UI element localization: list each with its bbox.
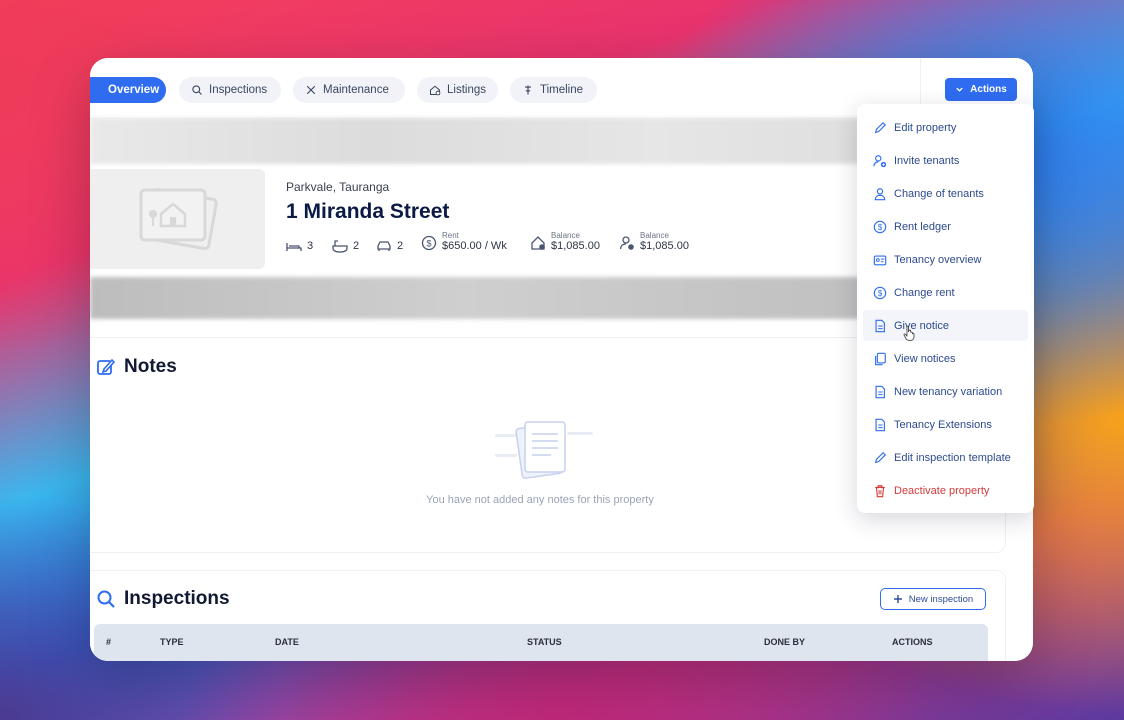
column-header-type: TYPE <box>160 637 184 647</box>
menu-item-new-tenancy-variation[interactable]: New tenancy variation <box>863 376 1028 407</box>
inspections-table-header: # TYPE DATE STATUS DONE BY ACTIONS <box>94 624 988 661</box>
copy-icon <box>875 352 886 365</box>
user-icon <box>874 187 886 200</box>
tab-label: Inspections <box>209 84 268 96</box>
dollar-icon: $ <box>873 286 887 299</box>
balance-stat-property: Balance $1,085.00 <box>530 232 600 253</box>
balance-label: Balance <box>551 231 580 240</box>
house-photo-icon <box>139 187 218 251</box>
search-icon <box>97 590 115 608</box>
column-header-number: # <box>106 637 112 647</box>
carparks-stat: 2 <box>376 238 403 254</box>
trash-icon <box>875 484 885 497</box>
balance-stat-tenant: Balance $1,085.00 <box>619 232 689 253</box>
menu-item-change-rent[interactable]: $ Change rent <box>863 277 1028 308</box>
plus-icon <box>893 595 902 603</box>
rent-stat: $ Rent $650.00 / Wk <box>421 232 507 253</box>
balance-value: $1,085.00 <box>551 240 600 252</box>
user-plus-icon <box>873 154 887 167</box>
menu-item-rent-ledger[interactable]: $ Rent ledger <box>863 211 1028 242</box>
pencil-icon <box>874 121 887 133</box>
menu-item-view-notices[interactable]: View notices <box>863 343 1028 374</box>
menu-item-edit-property[interactable]: Edit property <box>863 112 1028 143</box>
menu-item-change-of-tenants[interactable]: Change of tenants <box>863 178 1028 209</box>
edit-note-icon <box>97 358 116 375</box>
property-card: Parkvale, Tauranga 1 Miranda Street 3 2 … <box>90 167 850 277</box>
dollar-icon: $ <box>421 235 437 250</box>
bathrooms-stat: 2 <box>332 238 359 254</box>
car-icon <box>377 241 391 251</box>
actions-label: Actions <box>970 84 1007 95</box>
bed-icon <box>286 243 302 251</box>
svg-text:$: $ <box>878 289 883 298</box>
tab-label: Overview <box>108 84 160 96</box>
notes-empty-message: You have not added any notes for this pr… <box>426 494 654 506</box>
new-inspection-label: New inspection <box>908 593 974 605</box>
tab-label: Maintenance <box>323 84 389 96</box>
notes-empty-illustration <box>495 421 593 479</box>
notes-title: Notes <box>124 356 177 377</box>
tab-timeline[interactable]: Timeline <box>510 77 597 103</box>
balance-value: $1,085.00 <box>640 240 689 252</box>
document-icon <box>875 385 885 398</box>
menu-item-tenancy-extensions[interactable]: Tenancy Extensions <box>863 409 1028 440</box>
actions-button[interactable]: Actions <box>945 78 1017 101</box>
rent-label: Rent <box>442 231 459 240</box>
bath-icon <box>332 240 348 253</box>
id-card-icon <box>873 254 887 265</box>
actions-dropdown-menu: Edit property Invite tenants Change of t… <box>857 104 1034 513</box>
dollar-icon: $ <box>873 220 887 233</box>
search-icon <box>192 85 202 95</box>
tab-label: Timeline <box>540 84 584 96</box>
pencil-icon <box>874 451 887 463</box>
menu-item-tenancy-overview[interactable]: Tenancy overview <box>863 244 1028 275</box>
rent-value: $650.00 / Wk <box>442 240 507 252</box>
house-balance-icon <box>531 235 545 250</box>
hand-cursor-icon <box>903 325 915 341</box>
menu-item-edit-inspection-template[interactable]: Edit inspection template <box>863 442 1028 473</box>
tab-label: Listings <box>447 84 486 96</box>
new-inspection-button[interactable]: New inspection <box>880 588 986 610</box>
tab-overview[interactable]: Overview <box>90 77 166 103</box>
document-icon <box>875 319 885 332</box>
notes-heading: Notes <box>96 356 177 378</box>
svg-text:$: $ <box>426 238 431 248</box>
tab-maintenance[interactable]: Maintenance <box>293 77 405 103</box>
user-balance-icon <box>619 235 634 250</box>
svg-text:$: $ <box>878 223 883 232</box>
balance-label: Balance <box>640 231 669 240</box>
column-header-actions: ACTIONS <box>892 637 933 647</box>
listing-icon <box>429 85 441 96</box>
tab-inspections[interactable]: Inspections <box>179 77 281 103</box>
menu-item-give-notice[interactable]: Give notice <box>863 310 1028 341</box>
column-header-status: STATUS <box>527 637 562 647</box>
tab-listings[interactable]: Listings <box>417 77 498 103</box>
property-address: 1 Miranda Street <box>286 200 450 223</box>
column-header-date: DATE <box>275 637 299 647</box>
inspections-title: Inspections <box>124 588 230 609</box>
property-suburb: Parkvale, Tauranga <box>286 180 390 194</box>
document-icon <box>875 418 885 431</box>
menu-item-deactivate-property[interactable]: Deactivate property <box>863 475 1028 506</box>
inspections-heading: Inspections <box>96 588 230 610</box>
menu-item-invite-tenants[interactable]: Invite tenants <box>863 145 1028 176</box>
chevron-down-icon <box>956 87 963 92</box>
tools-icon <box>306 85 316 95</box>
timeline-icon <box>525 85 531 95</box>
property-image-placeholder <box>90 169 265 269</box>
bedrooms-stat: 3 <box>286 238 313 254</box>
column-header-done-by: DONE BY <box>764 637 806 647</box>
